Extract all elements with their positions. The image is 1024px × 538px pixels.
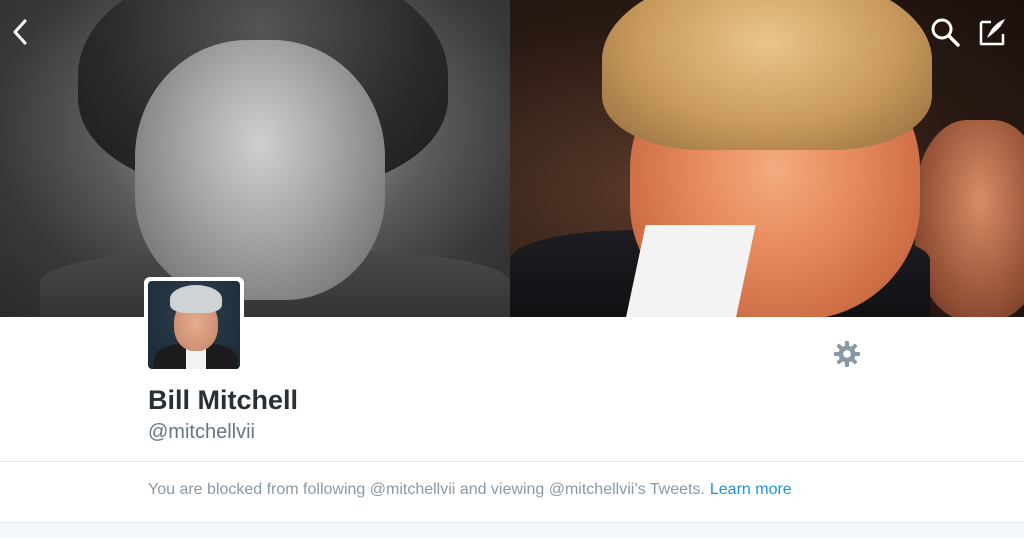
search-button[interactable] [925,12,965,52]
banner-right-side-face [915,120,1024,317]
search-icon [931,18,960,47]
divider [0,461,1024,462]
learn-more-link[interactable]: Learn more [710,481,792,498]
banner-right-hair [602,0,932,150]
profile-page: Bill Mitchell @mitchellvii You are block… [0,0,1024,538]
banner-photo-left [0,0,510,317]
avatar-photo [148,281,240,369]
blocked-notice: You are blocked from following @mitchell… [148,481,792,499]
back-button[interactable] [0,12,40,52]
profile-handle: @mitchellvii [148,421,255,443]
profile-display-name: Bill Mitchell [148,385,299,415]
banner-left-face [135,40,385,300]
avatar[interactable] [144,277,244,373]
avatar-hair [170,285,222,313]
compose-button[interactable] [973,12,1013,52]
banner-right-collar [624,225,756,317]
chevron-left-icon [13,19,27,45]
gear-icon [834,341,860,367]
settings-button[interactable] [833,340,861,368]
timeline-band [0,522,1024,538]
blocked-notice-text: You are blocked from following @mitchell… [148,481,705,498]
profile-header-banner[interactable] [0,0,1024,317]
compose-icon [979,19,1005,46]
